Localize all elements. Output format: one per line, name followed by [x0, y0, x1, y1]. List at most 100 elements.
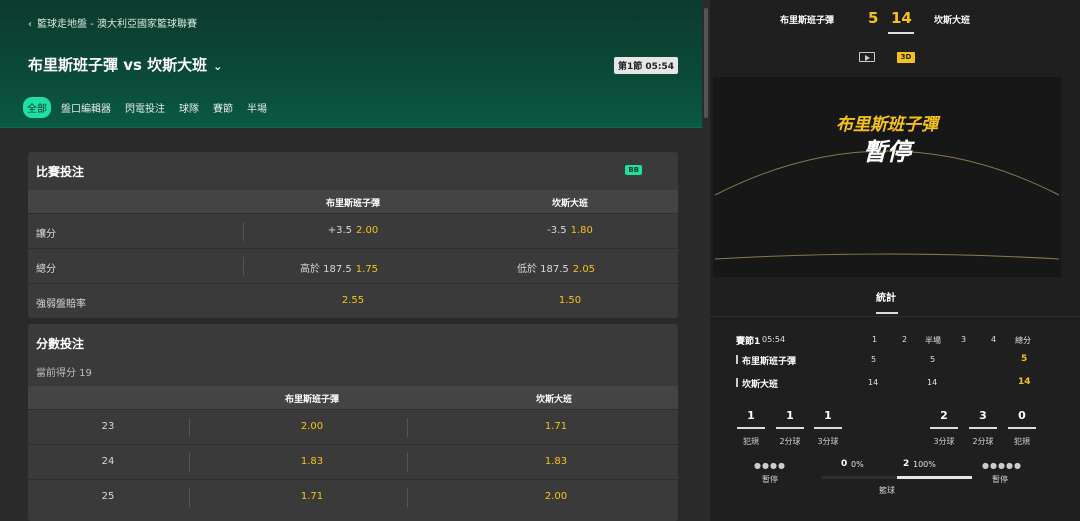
away-total: 14: [1018, 377, 1031, 387]
home-color-bar: [736, 355, 738, 364]
home-possession-pct: 0%: [851, 460, 864, 469]
odds-button[interactable]: 1.71: [545, 421, 567, 432]
col-home: 布里斯班子彈: [284, 395, 340, 405]
away-score: 14: [891, 9, 912, 27]
odds-button[interactable]: 1.71: [301, 491, 323, 502]
away-2pt-label: 2分球: [972, 437, 994, 446]
away-3pt-value: 2: [940, 409, 948, 422]
home-team-name: 布里斯班子彈: [780, 16, 835, 26]
tab-stats[interactable]: 統計: [876, 289, 896, 304]
away-timeout-dots: ●●●●●: [982, 461, 1022, 470]
divider: [710, 316, 1080, 317]
scrollbar[interactable]: [702, 0, 710, 521]
score-row: 24 1.83 1.83: [28, 444, 678, 479]
score-row: 23 2.00 1.71: [28, 409, 678, 444]
home-2pt-value: 1: [786, 409, 794, 422]
market-label: 強弱盤賠率: [36, 299, 86, 310]
card-title-text: 分數投注: [36, 336, 85, 351]
match-bets-card: 比賽投注 BB 布里斯班子彈 坎斯大班 讓分 +3.5 2.00 -3.5 1.80 …: [28, 152, 678, 318]
3d-view-icon[interactable]: 3D: [897, 52, 915, 63]
score-value: 23: [101, 421, 115, 432]
away-q1: 14: [868, 378, 879, 387]
odds: 1.80: [570, 225, 593, 236]
odds-button[interactable]: 2.00: [301, 421, 323, 432]
home-total: 5: [1021, 354, 1028, 364]
home-possession-bar: [822, 476, 897, 479]
chevron-down-icon[interactable]: ⌄: [213, 60, 222, 73]
game-state: 暫停: [863, 138, 911, 166]
market-row: 強弱盤賠率 2.55 1.50: [28, 283, 678, 318]
match-title[interactable]: 布里斯班子彈 vs 坎斯大班 ⌄: [28, 54, 222, 75]
breadcrumb-label[interactable]: 籃球走地盤 - 澳大利亞國家籃球聯賽: [37, 19, 197, 30]
breadcrumb[interactable]: ‹ 籃球走地盤 - 澳大利亞國家籃球聯賽: [28, 15, 197, 30]
tab-quarters[interactable]: 賽節: [209, 97, 237, 118]
tab-flash-bet[interactable]: 閃電投注: [121, 97, 169, 118]
court-visualization: 布里斯班子彈 暫停: [713, 77, 1061, 277]
underline: [814, 427, 842, 429]
possession-label: 籃球: [879, 486, 895, 495]
home-2pt-label: 2分球: [779, 437, 801, 446]
underline: [1008, 427, 1036, 429]
away-possession-bar: [897, 476, 972, 479]
divider: [407, 453, 408, 472]
odds-button[interactable]: 2.00: [545, 491, 567, 502]
away-fouls-value: 0: [1018, 409, 1026, 422]
home-3pt-label: 3分球: [817, 437, 839, 446]
odds-button[interactable]: +3.5 2.00: [328, 225, 379, 236]
score-underline: [888, 32, 914, 34]
col-q3: 3: [961, 335, 967, 344]
odds: 2.05: [572, 264, 596, 275]
tab-all[interactable]: 全部: [23, 97, 51, 118]
video-icon[interactable]: [859, 52, 875, 62]
odds-button[interactable]: 2.55: [342, 295, 364, 306]
underline: [737, 427, 765, 429]
period-label: 賽節1: [736, 337, 761, 347]
odds-button[interactable]: 低於 187.5 2.05: [517, 260, 595, 275]
card-title[interactable]: 比賽投注 BB: [28, 152, 678, 190]
chevron-left-icon[interactable]: ‹: [28, 19, 32, 30]
col-home: 布里斯班子彈: [325, 199, 381, 209]
home-timeout-label: 暫停: [762, 475, 778, 484]
market-tabs: 全部 盤口編輯器 閃電投注 球隊 賽節 半場: [23, 97, 271, 118]
app-root: ‹ 籃球走地盤 - 澳大利亞國家籃球聯賽 布里斯班子彈 vs 坎斯大班 ⌄ 第1節 …: [0, 0, 1080, 521]
divider: [189, 488, 190, 507]
score-bets-card: 分數投注 當前得分 19 布里斯班子彈 坎斯大班 23 2.00 1.71 24…: [28, 324, 678, 521]
tab-bet-builder[interactable]: 盤口編輯器: [57, 97, 115, 118]
match-title-text: 布里斯班子彈 vs 坎斯大班: [28, 56, 208, 74]
col-away: 坎斯大班: [535, 395, 573, 405]
card-title-text: 比賽投注: [36, 164, 85, 179]
market-label: 讓分: [36, 229, 56, 240]
away-fouls-label: 犯規: [1014, 437, 1030, 446]
home-fouls-value: 1: [747, 409, 755, 422]
underline: [969, 427, 997, 429]
tab-half[interactable]: 半場: [243, 97, 271, 118]
court-lines: [714, 150, 1060, 260]
period-time: 05:54: [762, 335, 786, 344]
odds-button[interactable]: 1.83: [301, 456, 323, 467]
home-fouls-label: 犯規: [743, 437, 759, 446]
card-title[interactable]: 分數投注: [28, 324, 678, 362]
tab-teams[interactable]: 球隊: [175, 97, 203, 118]
home-possession-value: 0: [841, 459, 848, 469]
odds-button[interactable]: 高於 187.5 1.75: [300, 260, 378, 275]
col-q2: 2: [902, 335, 908, 344]
odds-button[interactable]: 1.50: [559, 295, 581, 306]
divider: [243, 222, 244, 241]
col-half: 半場: [925, 336, 941, 345]
underline: [930, 427, 958, 429]
market-label: 總分: [36, 264, 56, 275]
match-clock: 第1節 05:54: [613, 57, 678, 74]
bet-builder-badge: BB: [625, 165, 642, 175]
odds-button[interactable]: -3.5 1.80: [547, 225, 593, 236]
odds: 1.75: [355, 264, 379, 275]
away-possession-value: 2: [903, 459, 910, 469]
divider: [189, 418, 190, 437]
away-team-name: 坎斯大班: [934, 16, 971, 26]
live-panel: 布里斯班子彈 5 14 坎斯大班 3D 布里斯班子彈 暫停 統計 賽節1 05:…: [710, 0, 1080, 521]
away-half: 14: [927, 378, 938, 387]
scrollbar-thumb[interactable]: [704, 8, 708, 118]
column-header: 布里斯班子彈 坎斯大班: [28, 386, 678, 409]
odds-button[interactable]: 1.83: [545, 456, 567, 467]
divider: [407, 488, 408, 507]
away-possession-pct: 100%: [913, 460, 936, 469]
